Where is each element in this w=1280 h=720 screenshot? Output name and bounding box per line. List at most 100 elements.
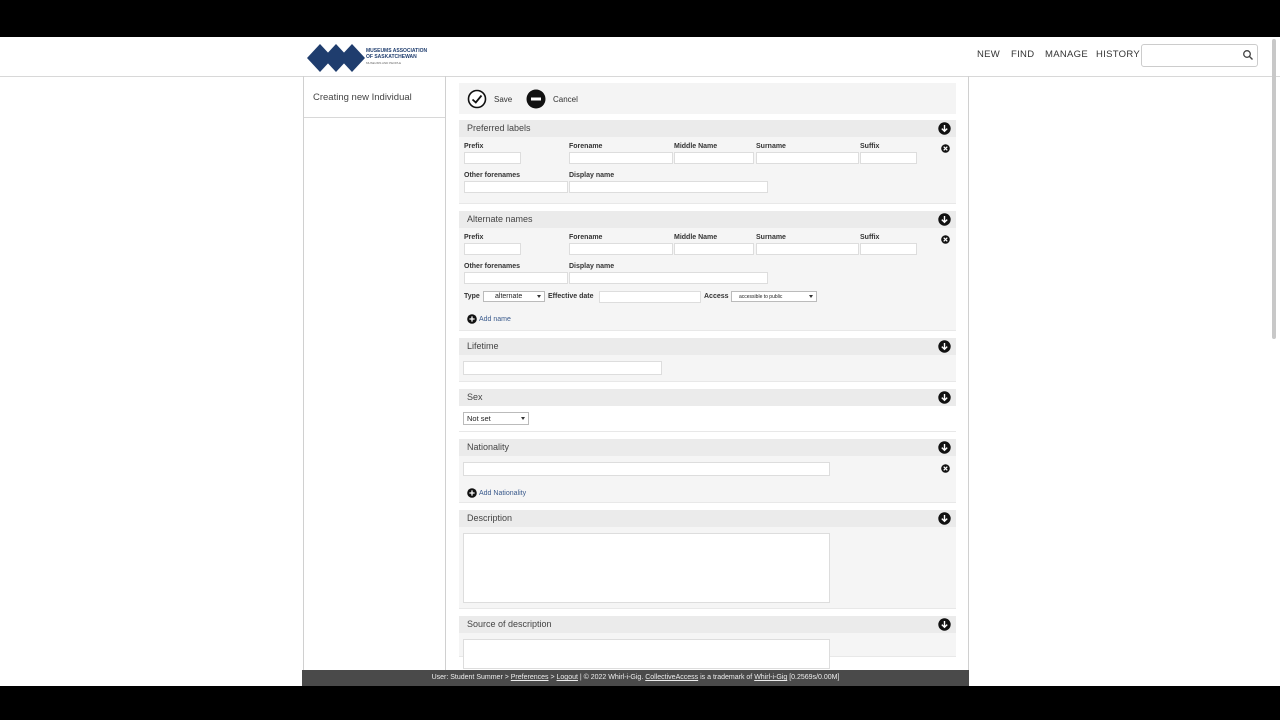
type-label: Type [464, 293, 480, 300]
effective-date-label: Effective date [548, 293, 594, 300]
add-name-button[interactable]: Add name [467, 314, 511, 324]
section-nationality: Nationality Add Nationality [459, 439, 956, 503]
prefix-input[interactable] [464, 243, 521, 255]
sex-select[interactable]: Not set [463, 412, 529, 425]
alt-suffix-field: Suffix [860, 234, 917, 255]
add-circle-icon [467, 314, 477, 324]
prefix-input[interactable] [464, 152, 521, 164]
nav-find[interactable]: FIND [1011, 49, 1034, 60]
alt-display-name-field: Display name [569, 263, 768, 284]
forename-input[interactable] [569, 243, 673, 255]
remove-icon[interactable] [941, 144, 950, 153]
collapse-arrow-icon[interactable] [938, 122, 951, 135]
display-name-input[interactable] [569, 272, 768, 284]
section-header: Sex [459, 389, 956, 406]
collapse-arrow-icon[interactable] [938, 340, 951, 353]
sex-value: Not set [467, 414, 491, 423]
footer-trademark: is a trademark of [700, 674, 753, 681]
footer-sep: > [550, 674, 555, 681]
sidebar-title: Creating new Individual [304, 76, 445, 118]
search-icon[interactable] [1242, 49, 1254, 61]
surname-label: Surname [756, 234, 786, 241]
section-alternate-names: Alternate names Prefix Forename Middle N… [459, 211, 956, 331]
other-forenames-input[interactable] [464, 272, 568, 284]
cancel-button[interactable]: Cancel [526, 89, 578, 109]
section-title: Lifetime [467, 341, 499, 351]
nationality-input[interactable] [463, 462, 830, 476]
diamond-logo-icon [307, 44, 365, 72]
other-forenames-label: Other forenames [464, 172, 521, 179]
suffix-input[interactable] [860, 152, 917, 164]
alt-forename-field: Forename [569, 234, 673, 255]
surname-input[interactable] [756, 152, 859, 164]
divider [968, 76, 969, 686]
section-header: Lifetime [459, 338, 956, 355]
collapse-arrow-icon[interactable] [938, 512, 951, 525]
chevron-down-icon [809, 295, 813, 298]
edit-form: Save Cancel Preferred labels Prefix Fore… [459, 83, 956, 669]
source-textarea[interactable] [463, 639, 830, 669]
section-title: Description [467, 513, 513, 523]
checkmark-circle-icon [467, 89, 487, 109]
middle-name-input[interactable] [674, 243, 754, 255]
section-source-of-description: Source of description [459, 616, 956, 669]
section-title: Nationality [467, 442, 510, 452]
logo-tagline: MUSEUMS AND PEOPLE [366, 61, 402, 65]
forename-field: Forename [569, 143, 673, 164]
remove-icon[interactable] [941, 235, 950, 244]
suffix-input[interactable] [860, 243, 917, 255]
museums-association-logo[interactable]: MUSEUMS ASSOCIATION OF SASKATCHEWAN MUSEUM… [306, 43, 436, 73]
prefix-field: Prefix [464, 143, 521, 164]
whirligig-link[interactable]: Whirl-i-Gig [754, 674, 787, 681]
forename-label: Forename [569, 234, 603, 241]
middle-name-label: Middle Name [674, 234, 718, 241]
save-button[interactable]: Save [467, 89, 512, 109]
preferences-link[interactable]: Preferences [511, 674, 549, 681]
nav-manage[interactable]: MANAGE [1045, 49, 1088, 60]
scrollbar[interactable] [1270, 39, 1278, 679]
section-title: Source of description [467, 619, 552, 629]
cancel-label: Cancel [553, 94, 578, 104]
top-bar: MUSEUMS ASSOCIATION OF SASKATCHEWAN MUSEUM… [0, 37, 1280, 77]
scrollbar-thumb[interactable] [1272, 39, 1276, 339]
collapse-arrow-icon[interactable] [938, 441, 951, 454]
access-select[interactable]: accessible to public [731, 291, 817, 302]
collapse-arrow-icon[interactable] [938, 618, 951, 631]
section-header: Alternate names [459, 211, 956, 228]
other-forenames-field: Other forenames [464, 172, 568, 193]
middle-name-input[interactable] [674, 152, 754, 164]
access-value: accessible to public [739, 294, 783, 300]
display-name-input[interactable] [569, 181, 768, 193]
type-value: alternate [495, 293, 523, 300]
display-name-label: Display name [569, 172, 615, 179]
section-header: Description [459, 510, 956, 527]
type-select[interactable]: alternate [483, 291, 545, 302]
surname-input[interactable] [756, 243, 859, 255]
collectiveaccess-link[interactable]: CollectiveAccess [645, 674, 698, 681]
add-circle-icon [467, 488, 477, 498]
collapse-arrow-icon[interactable] [938, 213, 951, 226]
other-forenames-input[interactable] [464, 181, 568, 193]
section-title: Alternate names [467, 214, 533, 224]
left-sidebar: Creating new Individual [303, 76, 446, 686]
search-input[interactable] [1142, 45, 1246, 65]
chevron-down-icon [521, 417, 525, 420]
section-title: Preferred labels [467, 123, 531, 133]
forename-input[interactable] [569, 152, 673, 164]
nav-history[interactable]: HISTORY [1096, 49, 1140, 60]
alt-prefix-field: Prefix [464, 234, 521, 255]
collapse-arrow-icon[interactable] [938, 391, 951, 404]
display-name-label: Display name [569, 263, 615, 270]
alt-middle-name-field: Middle Name [674, 234, 754, 255]
footer-user: User: Student Summer > [431, 674, 509, 681]
logout-link[interactable]: Logout [557, 674, 578, 681]
section-preferred-labels: Preferred labels Prefix Forename Middle … [459, 120, 956, 204]
remove-icon[interactable] [941, 464, 950, 473]
middle-name-label: Middle Name [674, 143, 718, 150]
add-nationality-button[interactable]: Add Nationality [467, 488, 526, 498]
description-textarea[interactable] [463, 533, 830, 603]
effective-date-input[interactable] [599, 291, 701, 303]
nav-new[interactable]: NEW [977, 49, 1000, 60]
section-header: Nationality [459, 439, 956, 456]
lifetime-input[interactable] [463, 361, 662, 375]
